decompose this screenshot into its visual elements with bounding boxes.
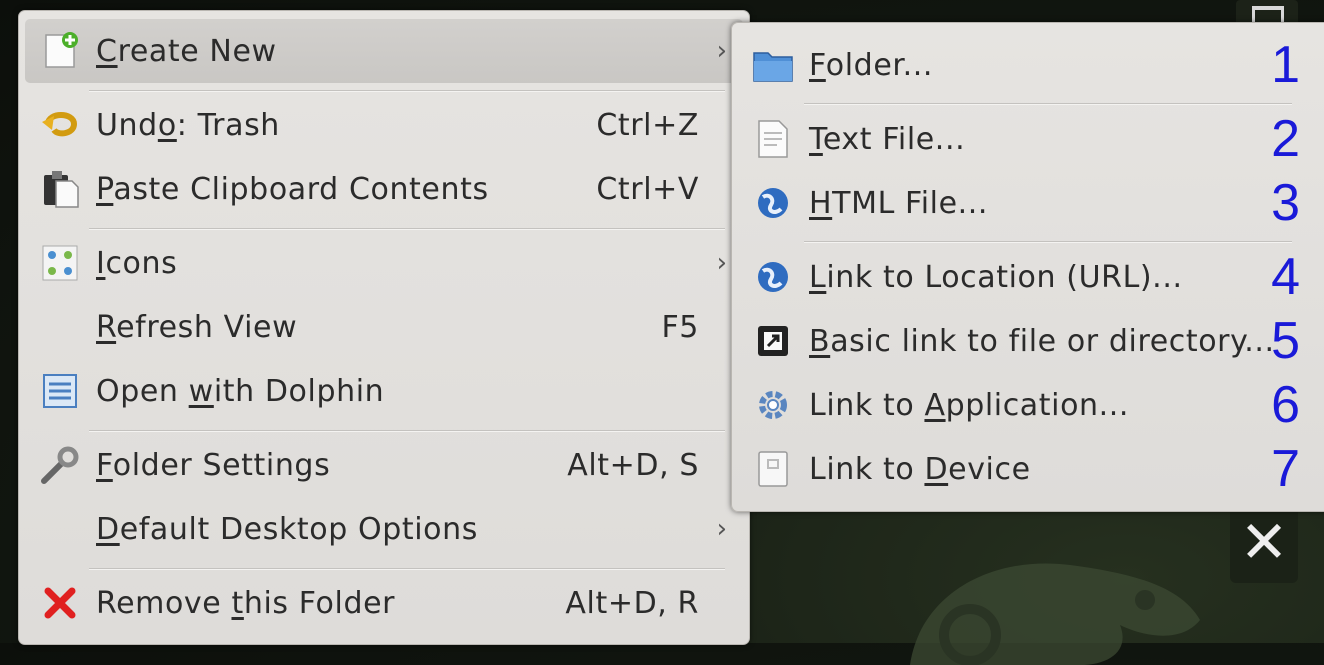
wrench-icon (39, 444, 81, 486)
paste-icon (39, 168, 81, 210)
submenu-arrow-icon: › (716, 514, 727, 544)
undo-label: Undo: Trash (96, 107, 280, 143)
folder-settings-label: Folder Settings (96, 447, 331, 483)
default-desktop-options-menu-item[interactable]: Default Desktop Options › (19, 497, 749, 561)
link-to-application-label: Link to Application... (809, 387, 1130, 423)
device-icon (752, 448, 794, 490)
item-number-1: 1 (1271, 36, 1300, 94)
open-with-dolphin-label: Open with Dolphin (96, 373, 385, 409)
basic-link-menu-item[interactable]: Basic link to file or directory... 5 (732, 309, 1324, 373)
remove-icon (39, 582, 81, 624)
paste-menu-item[interactable]: Paste Clipboard Contents Ctrl+V (19, 157, 749, 221)
icons-label: Icons (96, 245, 178, 281)
link-to-location-menu-item[interactable]: Link to Location (URL)... 4 (732, 245, 1324, 309)
folder-settings-menu-item[interactable]: Folder Settings Alt+D, S (19, 433, 749, 497)
new-html-file-label: HTML File... (809, 185, 989, 221)
new-html-file-menu-item[interactable]: HTML File... 3 (732, 171, 1324, 235)
folder-settings-shortcut: Alt+D, S (567, 447, 699, 483)
refresh-view-menu-item[interactable]: Refresh View F5 (19, 295, 749, 359)
create-new-submenu: Folder... 1 Text File... 2 HTML File... … (731, 22, 1324, 512)
item-number-5: 5 (1271, 312, 1300, 370)
application-gear-icon (752, 384, 794, 426)
new-folder-menu-item[interactable]: Folder... 1 (732, 33, 1324, 97)
menu-separator (89, 228, 725, 230)
opensuse-geeko-logo (910, 563, 1200, 665)
create-new-label: Create New (96, 33, 277, 69)
undo-shortcut: Ctrl+Z (596, 107, 699, 143)
text-file-icon (752, 118, 794, 160)
link-to-device-label: Link to Device (809, 451, 1031, 487)
link-to-location-label: Link to Location (URL)... (809, 259, 1183, 295)
folder-icon (752, 44, 794, 86)
paste-shortcut: Ctrl+V (596, 171, 699, 207)
link-to-device-menu-item[interactable]: Link to Device 7 (732, 437, 1324, 501)
submenu-arrow-icon: › (716, 36, 727, 66)
new-folder-label: Folder... (809, 47, 933, 83)
menu-separator (89, 430, 725, 432)
new-document-icon (39, 30, 81, 72)
new-text-file-menu-item[interactable]: Text File... 2 (732, 107, 1324, 171)
globe-link-icon (752, 256, 794, 298)
item-number-2: 2 (1271, 110, 1300, 168)
menu-separator (804, 241, 1292, 243)
open-with-dolphin-menu-item[interactable]: Open with Dolphin (19, 359, 749, 423)
icons-menu-item[interactable]: Icons › (19, 231, 749, 295)
html-globe-icon (752, 182, 794, 224)
item-number-7: 7 (1271, 440, 1300, 498)
close-icon[interactable]: ✕ (1230, 503, 1298, 583)
basic-link-label: Basic link to file or directory... (809, 323, 1275, 359)
item-number-3: 3 (1271, 174, 1300, 232)
paste-label: Paste Clipboard Contents (96, 171, 489, 207)
menu-separator (89, 568, 725, 570)
basic-link-icon (752, 320, 794, 362)
item-number-6: 6 (1271, 376, 1300, 434)
dolphin-icon (39, 370, 81, 412)
menu-separator (804, 103, 1292, 105)
item-number-4: 4 (1271, 248, 1300, 306)
submenu-arrow-icon: › (716, 248, 727, 278)
new-text-file-label: Text File... (809, 121, 966, 157)
refresh-shortcut: F5 (661, 309, 699, 345)
create-new-menu-item[interactable]: Create New › (25, 19, 743, 83)
undo-icon (39, 104, 81, 146)
refresh-view-label: Refresh View (96, 309, 298, 345)
desktop-context-menu: Create New › Undo: Trash Ctrl+Z Paste Cl… (18, 10, 750, 645)
icons-view-icon (39, 242, 81, 284)
link-to-application-menu-item[interactable]: Link to Application... 6 (732, 373, 1324, 437)
remove-folder-label: Remove this Folder (96, 585, 396, 621)
remove-folder-menu-item[interactable]: Remove this Folder Alt+D, R (19, 571, 749, 635)
menu-separator (89, 90, 725, 92)
remove-folder-shortcut: Alt+D, R (565, 585, 699, 621)
undo-trash-menu-item[interactable]: Undo: Trash Ctrl+Z (19, 93, 749, 157)
default-desktop-options-label: Default Desktop Options (96, 511, 478, 547)
